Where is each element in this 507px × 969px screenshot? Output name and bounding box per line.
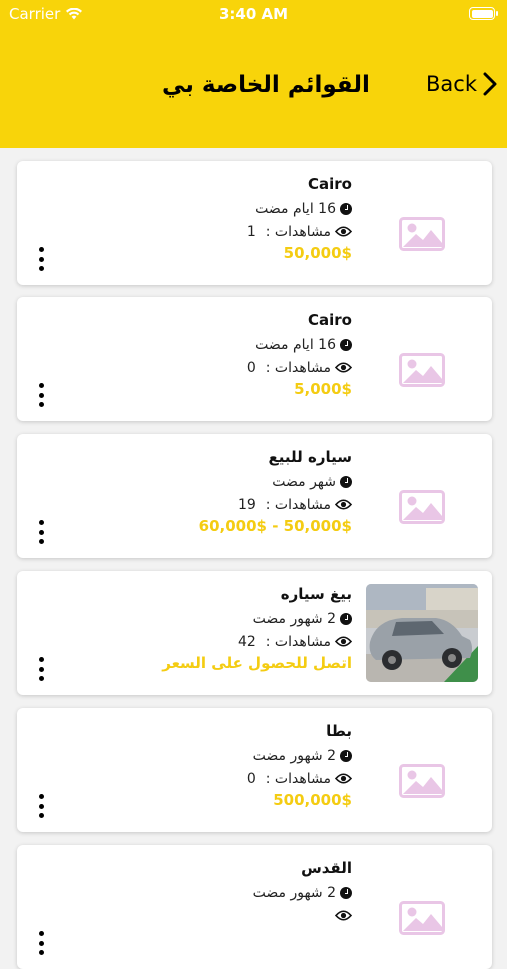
listing-price: 500,000$ [273,791,352,809]
listing-views-count: 1 [246,223,256,240]
clock-icon [340,749,352,762]
clock-icon [340,202,352,215]
listing-price: 50,000$ [283,244,352,262]
listing-title: بطا [326,722,352,740]
listing-time-ago: 16 ايام مضت [255,200,336,217]
listing-title: القدس [301,859,352,877]
listing-views-row: مشاهدات : 19 [102,493,352,516]
listing-thumbnail[interactable] [366,869,478,967]
listing-card[interactable]: Cairo 16 ايام مضت مشاهدات : 1 50,000$ [17,161,492,285]
listing-time-ago: 16 ايام مضت [255,336,336,353]
listing-price: اتصل للحصول على السعر [162,654,352,672]
listing-info: بطا 2 شهور مضت مشاهدات : 0 500,000$ [102,722,352,813]
listing-thumbnail[interactable] [366,584,478,682]
eye-icon [335,636,352,647]
more-options-icon[interactable] [37,383,45,407]
back-label: Back [426,72,477,96]
listing-thumbnail[interactable] [366,321,478,419]
image-placeholder-icon [399,764,445,798]
listing-info: Cairo 16 ايام مضت مشاهدات : 1 50,000$ [102,175,352,266]
listing-thumbnail[interactable] [366,458,478,556]
image-placeholder-icon [399,353,445,387]
listing-card[interactable]: القدس 2 شهور مضت [17,845,492,969]
listing-card[interactable]: بيغ سياره 2 شهور مضت مشاهدات : 42 اتصل ل… [17,571,492,695]
image-placeholder-icon [399,217,445,251]
listing-time-row: 2 شهور مضت [102,744,352,767]
image-placeholder-icon [399,901,445,935]
clock-icon [340,475,352,488]
listing-views-label: مشاهدات : [265,770,331,787]
eye-icon [335,773,352,784]
listing-views-label: مشاهدات : [265,223,331,240]
more-options-icon[interactable] [37,247,45,271]
eye-icon [335,362,352,373]
listing-views-count: 42 [237,633,256,650]
listing-title: Cairo [308,311,352,329]
listing-price: 5,000$ [294,380,352,398]
nav-header: Carrier 3:40 AM Back القوائم الخاصة بي [0,0,507,148]
listing-views-count: 0 [246,770,256,787]
listing-title: سياره للبيع [268,448,352,466]
status-bar: Carrier 3:40 AM [0,4,507,24]
listing-time-ago: 2 شهور مضت [252,747,336,764]
listing-views-row: مشاهدات : 0 [102,356,352,379]
listing-info: القدس 2 شهور مضت [102,859,352,950]
listing-time-row: شهر مضت [102,470,352,493]
more-options-icon[interactable] [37,931,45,955]
listing-views-count: 0 [246,359,256,376]
listing-views-row: مشاهدات : 0 [102,767,352,790]
battery-icon [469,7,498,20]
listing-views-row: مشاهدات : 42 [102,630,352,653]
listing-card[interactable]: Cairo 16 ايام مضت مشاهدات : 0 5,000$ [17,297,492,421]
listing-views-label: مشاهدات : [265,633,331,650]
eye-icon [335,499,352,510]
clock-icon [340,886,352,899]
listing-views-row [102,904,352,927]
listing-views-count: 19 [237,496,256,513]
clock-icon [340,338,352,351]
chevron-right-icon [483,72,497,96]
back-button[interactable]: Back [426,72,497,96]
listing-info: Cairo 16 ايام مضت مشاهدات : 0 5,000$ [102,311,352,402]
image-placeholder-icon [399,490,445,524]
listing-card[interactable]: سياره للبيع شهر مضت مشاهدات : 19 50,000$… [17,434,492,558]
listing-time-row: 2 شهور مضت [102,881,352,904]
eye-icon [335,910,352,921]
more-options-icon[interactable] [37,794,45,818]
listing-views-row: مشاهدات : 1 [102,220,352,243]
car-photo [366,584,478,682]
clock-time: 3:40 AM [218,5,289,23]
listing-views-label: مشاهدات : [265,496,331,513]
eye-icon [335,226,352,237]
listing-time-ago: شهر مضت [272,473,336,490]
listing-time-ago: 2 شهور مضت [252,610,336,627]
page-title: القوائم الخاصة بي [162,72,370,98]
more-options-icon[interactable] [37,657,45,681]
listing-info: بيغ سياره 2 شهور مضت مشاهدات : 42 اتصل ل… [102,585,352,676]
listing-title: Cairo [308,175,352,193]
listing-price: 50,000$ - 60,000$ [198,517,352,535]
listing-time-row: 16 ايام مضت [102,333,352,356]
listing-time-row: 2 شهور مضت [102,607,352,630]
listing-thumbnail[interactable] [366,732,478,830]
listing-info: سياره للبيع شهر مضت مشاهدات : 19 50,000$… [102,448,352,539]
listing-thumbnail[interactable] [366,185,478,283]
listing-title: بيغ سياره [280,585,352,603]
more-options-icon[interactable] [37,520,45,544]
clock-icon [340,612,352,625]
listing-time-row: 16 ايام مضت [102,197,352,220]
listing-card[interactable]: بطا 2 شهور مضت مشاهدات : 0 500,000$ [17,708,492,832]
listing-price [102,928,352,950]
listing-views-label: مشاهدات : [265,359,331,376]
listing-time-ago: 2 شهور مضت [252,884,336,901]
